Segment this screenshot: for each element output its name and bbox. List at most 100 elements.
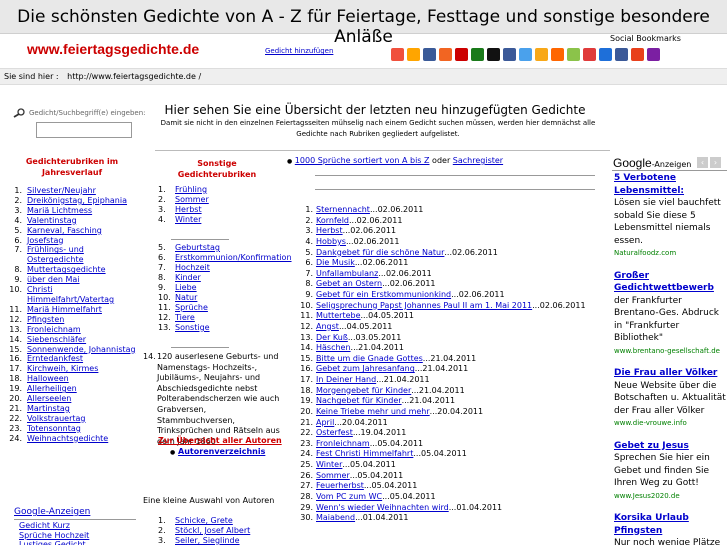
google-ad-link[interactable]: Gedicht Kurz [19,521,70,530]
new-poem-link[interactable]: Vom PC zum WC [316,492,382,503]
rubrik-item-link[interactable]: Volkstrauertag [27,414,86,424]
new-poem-link[interactable]: Angst [316,322,339,333]
occasion-item-link[interactable]: Sonstige [175,323,210,333]
rubrik-item-link[interactable]: Mariä Himmelfahrt [27,305,102,315]
authors-directory-link[interactable]: Autorenverzeichnis [178,447,265,456]
rubrik-item-link[interactable]: Frühlings- und Ostergedichte [27,245,140,265]
occasion-item-link[interactable]: Erstkommunion/Konfirmation [175,253,292,263]
rubrik-item-link[interactable]: Karneval, Fasching [27,226,102,236]
social-bookmark-icon[interactable] [407,48,420,61]
ad-title-link[interactable]: Gebet zu Jesus [614,440,727,453]
google-ad-link[interactable]: Lustiges Gedicht [19,540,86,545]
rubrik-item-link[interactable]: Erntedankfest [27,354,83,364]
author-item-link[interactable]: Stöckl, Josef Albert [175,526,250,536]
ads-prev-icon[interactable]: ‹ [697,157,708,168]
social-bookmark-icon[interactable] [583,48,596,61]
new-poem-link[interactable]: Sternennacht [316,205,370,216]
new-poem-link[interactable]: Kornfeld [316,216,349,227]
ad-title-link[interactable]: Die Frau aller Völker [614,367,727,380]
new-poem-link[interactable]: Gebet an Ostern [316,279,382,290]
rubrik-item-link[interactable]: Martinstag [27,404,70,414]
author-item-link[interactable]: Schicke, Grete [175,516,233,526]
social-bookmark-icon[interactable] [423,48,436,61]
sachregister-link[interactable]: Sachregister [453,156,503,165]
ad-url[interactable]: Naturalfoodz.com [614,247,727,260]
rubrik-item-link[interactable]: Sonnenwende, Johannistag [27,345,136,355]
new-poem-link[interactable]: Bitte um die Gnade Gottes [316,354,423,365]
rubrik-item-link[interactable]: über den Mai [27,275,80,285]
new-poem-link[interactable]: Keine Triebe mehr und mehr [316,407,430,418]
collection-1860-link[interactable]: 120 auserlesene Geburts- und Namenstags-… [157,352,283,447]
ad-url[interactable]: www.die-vrouwe.info [614,417,727,430]
rubrik-item-link[interactable]: Silvester/Neujahr [27,186,96,196]
season-item-link[interactable]: Sommer [175,195,209,205]
rubrik-item-link[interactable]: Totensonntag [27,424,81,434]
google-ads-label[interactable]: Google-Anzeigen [14,507,90,517]
new-poem-link[interactable]: Wenn's wieder Weihnachten wird [316,503,449,514]
new-poem-link[interactable]: Maiabend [316,513,355,524]
new-poem-link[interactable]: Seligsprechung Papst Johannes Paul II am… [316,301,532,312]
social-bookmark-icon[interactable] [615,48,628,61]
ad-title-link[interactable]: Korsika Urlaub Pfingsten [614,512,727,537]
new-poem-link[interactable]: Morgengebet für Kinder [316,386,411,397]
add-poem-link[interactable]: Gedicht hinzufügen [265,47,333,55]
social-bookmark-icon[interactable] [535,48,548,61]
occasion-item-link[interactable]: Geburtstag [175,243,220,253]
rubrik-item-link[interactable]: Allerseelen [27,394,71,404]
rubrik-item-link[interactable]: Dreikönigstag, Epiphania [27,196,127,206]
social-bookmark-icon[interactable] [519,48,532,61]
ads-next-icon[interactable]: › [710,157,721,168]
rubrik-item-link[interactable]: Siebenschläfer [27,335,86,345]
occasion-item-link[interactable]: Tiere [175,313,195,323]
social-bookmark-icon[interactable] [567,48,580,61]
authors-overview-link[interactable]: Zur Übersicht aller Autoren [158,436,282,445]
season-item-link[interactable]: Frühling [175,185,207,195]
new-poem-link[interactable]: Osterfest [316,428,353,439]
occasion-item-link[interactable]: Hochzeit [175,263,210,273]
rubrik-item-link[interactable]: Christi Himmelfahrt/Vatertag [27,285,140,305]
occasion-item-link[interactable]: Kinder [175,273,201,283]
new-poem-link[interactable]: Hobbys [316,237,346,248]
sprueche-link[interactable]: 1000 Sprüche sortiert von A bis Z [295,156,430,165]
social-bookmark-icon[interactable] [391,48,404,61]
social-bookmark-icon[interactable] [455,48,468,61]
season-item-link[interactable]: Herbst [175,205,202,215]
rubrik-item-link[interactable]: Kirchweih, Kirmes [27,364,98,374]
new-poem-link[interactable]: Gebet für ein Erstkommunionkind [316,290,451,301]
social-bookmark-icon[interactable] [631,48,644,61]
social-bookmark-icon[interactable] [471,48,484,61]
occasion-item-link[interactable]: Sprüche [175,303,208,313]
rubrik-item-link[interactable]: Muttertagsgedichte [27,265,106,275]
rubrik-item-link[interactable]: Pfingsten [27,315,64,325]
new-poem-link[interactable]: Sommer [316,471,350,482]
new-poem-link[interactable]: Winter [316,460,342,471]
rubrik-item-link[interactable]: Valentinstag [27,216,77,226]
rubrik-item-link[interactable]: Josefstag [27,236,63,246]
brand-link[interactable]: www.feiertagsgedichte.de [27,41,199,57]
occasion-item-link[interactable]: Natur [175,293,197,303]
rubrik-item-link[interactable]: Halloween [27,374,69,384]
social-bookmark-icon[interactable] [487,48,500,61]
new-poem-link[interactable]: Fest Christi Himmelfahrt [316,449,413,460]
rubrik-item-link[interactable]: Weihnachtsgedichte [27,434,108,444]
season-item-link[interactable]: Winter [175,215,201,225]
rubrik-item-link[interactable]: Fronleichnam [27,325,81,335]
new-poem-link[interactable]: April [316,418,334,429]
new-poem-link[interactable]: Muttertebe [316,311,361,322]
breadcrumb-url[interactable]: http://www.feiertagsgedichte.de / [67,72,201,81]
social-bookmark-icon[interactable] [599,48,612,61]
ad-title-link[interactable]: 5 Verbotene Lebensmittel: [614,172,727,197]
new-poem-link[interactable]: In Deiner Hand [316,375,376,386]
occasion-item-link[interactable]: Liebe [175,283,197,293]
rubrik-item-link[interactable]: Mariä Lichtmess [27,206,92,216]
ad-title-link[interactable]: Großer Gedichtwettbewerb [614,270,727,295]
new-poem-link[interactable]: Gebet zum Jahresanfang [316,364,415,375]
new-poem-link[interactable]: Dankgebet für die schöne Natur [316,248,444,259]
new-poem-link[interactable]: Die Musik [316,258,355,269]
new-poem-link[interactable]: Herbst [316,226,343,237]
search-input[interactable] [36,122,132,138]
social-bookmark-icon[interactable] [439,48,452,61]
new-poem-link[interactable]: Unfallambulanz [316,269,378,280]
social-bookmark-icon[interactable] [503,48,516,61]
new-poem-link[interactable]: Feuerherbst [316,481,364,492]
